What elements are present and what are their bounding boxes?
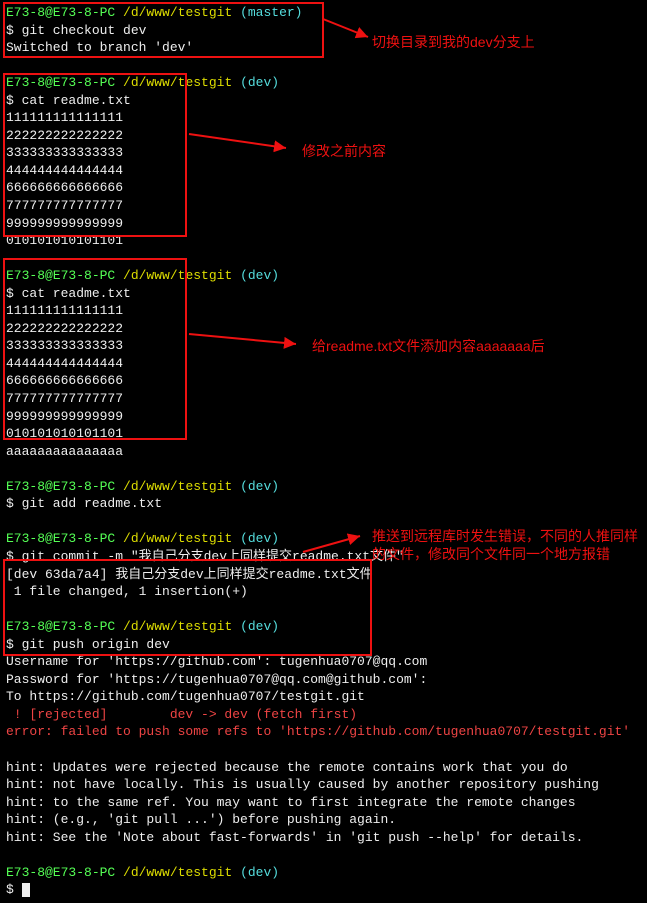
prompt-user: E73-8@E73-8-PC: [6, 5, 123, 20]
prompt-path: /d/www/testgit: [123, 479, 240, 494]
cmd-line: $ git checkout dev: [6, 22, 641, 40]
output-line: Switched to branch 'dev': [6, 39, 641, 57]
prompt-dollar: $: [6, 882, 22, 897]
prompt-path: /d/www/testgit: [123, 619, 240, 634]
prompt-branch: (dev): [240, 865, 279, 880]
prompt-path: /d/www/testgit: [123, 5, 240, 20]
prompt-branch: (dev): [240, 268, 279, 283]
output-line: 1 file changed, 1 insertion(+): [6, 583, 641, 601]
output-line: 999999999999999: [6, 408, 641, 426]
hint-line: hint: (e.g., 'git pull ...') before push…: [6, 811, 641, 829]
output-line: 666666666666666: [6, 372, 641, 390]
output-line: 222222222222222: [6, 320, 641, 338]
output-line: 111111111111111: [6, 109, 641, 127]
output-line: 010101010101101: [6, 425, 641, 443]
prompt-user: E73-8@E73-8-PC: [6, 619, 123, 634]
prompt-branch: (dev): [240, 619, 279, 634]
cmd-line[interactable]: $: [6, 881, 641, 899]
output-line: 777777777777777: [6, 197, 641, 215]
hint-line: hint: See the 'Note about fast-forwards'…: [6, 829, 641, 847]
error-line: ! [rejected] dev -> dev (fetch first): [6, 706, 641, 724]
output-line: 333333333333333: [6, 144, 641, 162]
output-line: 777777777777777: [6, 390, 641, 408]
prompt-path: /d/www/testgit: [123, 75, 240, 90]
prompt-user: E73-8@E73-8-PC: [6, 479, 123, 494]
output-line: Username for 'https://github.com': tugen…: [6, 653, 641, 671]
hint-line: hint: Updates were rejected because the …: [6, 759, 641, 777]
cmd-line: $ cat readme.txt: [6, 285, 641, 303]
prompt-user: E73-8@E73-8-PC: [6, 865, 123, 880]
output-line: 333333333333333: [6, 337, 641, 355]
output-line: 222222222222222: [6, 127, 641, 145]
output-line: 999999999999999: [6, 215, 641, 233]
output-line: 010101010101101: [6, 232, 641, 250]
cmd-line: $ git push origin dev: [6, 636, 641, 654]
cmd-line: $ git commit -m "我自己分支dev上同样提交readme.txt…: [6, 548, 641, 566]
output-line: 444444444444444: [6, 355, 641, 373]
output-line: 444444444444444: [6, 162, 641, 180]
prompt-branch: (master): [240, 5, 302, 20]
terminal-output: E73-8@E73-8-PC /d/www/testgit (master) $…: [0, 0, 647, 903]
prompt-branch: (dev): [240, 531, 279, 546]
output-line: To https://github.com/tugenhua0707/testg…: [6, 688, 641, 706]
prompt-user: E73-8@E73-8-PC: [6, 75, 123, 90]
prompt-branch: (dev): [240, 479, 279, 494]
hint-line: hint: to the same ref. You may want to f…: [6, 794, 641, 812]
cmd-line: $ git add readme.txt: [6, 495, 641, 513]
prompt-path: /d/www/testgit: [123, 531, 240, 546]
cmd-line: $ cat readme.txt: [6, 92, 641, 110]
prompt-branch: (dev): [240, 75, 279, 90]
prompt-path: /d/www/testgit: [123, 865, 240, 880]
output-line: Password for 'https://tugenhua0707@qq.co…: [6, 671, 641, 689]
output-line: 666666666666666: [6, 179, 641, 197]
cursor-icon: [22, 883, 30, 897]
prompt-user: E73-8@E73-8-PC: [6, 268, 123, 283]
output-line: [dev 63da7a4] 我自己分支dev上同样提交readme.txt文件: [6, 566, 641, 584]
hint-line: hint: not have locally. This is usually …: [6, 776, 641, 794]
output-line: 111111111111111: [6, 302, 641, 320]
prompt-path: /d/www/testgit: [123, 268, 240, 283]
output-line: aaaaaaaaaaaaaaa: [6, 443, 641, 461]
prompt-user: E73-8@E73-8-PC: [6, 531, 123, 546]
error-line: error: failed to push some refs to 'http…: [6, 723, 641, 741]
